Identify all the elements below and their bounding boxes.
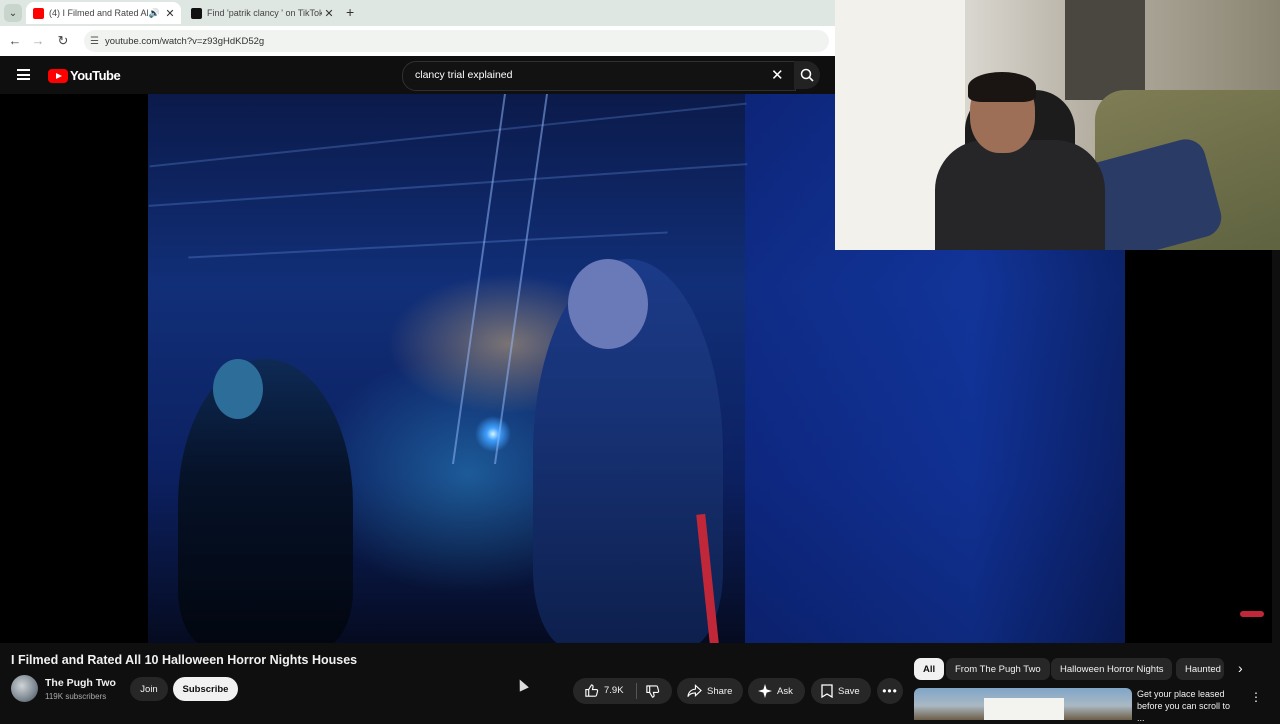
share-icon xyxy=(687,684,702,697)
hamburger-icon[interactable] xyxy=(17,69,30,80)
search-icon xyxy=(800,68,814,82)
subscriber-count: 119K subscribers xyxy=(45,692,107,701)
search-input[interactable]: clancy trial explained ✕ xyxy=(402,61,796,91)
youtube-play-icon xyxy=(48,68,68,83)
chevron-right-icon[interactable]: › xyxy=(1238,660,1243,676)
webcam-overlay xyxy=(835,0,1280,250)
speaker-icon[interactable]: 🔊 xyxy=(149,8,160,19)
like-dislike-group: 7.9K xyxy=(573,678,672,704)
tab-search-menu[interactable]: ⌄ xyxy=(4,4,22,22)
sparkle-icon xyxy=(758,684,772,698)
close-icon[interactable]: ✕ xyxy=(163,7,177,20)
mouse-cursor xyxy=(515,677,529,692)
tiktok-favicon-icon xyxy=(191,7,202,19)
join-button[interactable]: Join xyxy=(130,677,168,701)
subscribe-button[interactable]: Subscribe xyxy=(173,677,238,701)
share-button[interactable]: Share xyxy=(677,678,743,704)
bookmark-icon xyxy=(821,684,833,698)
tab-title: (4) I Filmed and Rated All 10 Halloween … xyxy=(49,8,149,18)
logo-text: YouTube xyxy=(70,68,121,83)
kebab-menu-icon[interactable]: ⋮ xyxy=(1250,690,1262,704)
more-actions-button[interactable]: ••• xyxy=(877,678,903,704)
tab-title: Find 'patrik clancy ' on TikTok | TikTok… xyxy=(207,8,322,18)
youtube-favicon-icon xyxy=(33,7,44,19)
chevron-down-icon: ⌄ xyxy=(8,7,18,19)
chip-all[interactable]: All xyxy=(914,658,945,680)
video-title: I Filmed and Rated All 10 Halloween Horr… xyxy=(11,653,358,667)
channel-name[interactable]: The Pugh Two xyxy=(45,677,116,689)
address-bar[interactable]: ☰ youtube.com/watch?v=z93gHdKD52g xyxy=(84,30,829,52)
tab-youtube[interactable]: (4) I Filmed and Rated All 10 Halloween … xyxy=(26,2,181,24)
close-icon[interactable]: ✕ xyxy=(771,66,784,84)
ask-label: Ask xyxy=(777,685,793,697)
save-label: Save xyxy=(838,685,860,697)
ask-button[interactable]: Ask xyxy=(748,678,805,704)
search-query: clancy trial explained xyxy=(415,69,513,81)
url-text: youtube.com/watch?v=z93gHdKD52g xyxy=(104,35,265,47)
browser-toolbar: ← → ↻ ☰ youtube.com/watch?v=z93gHdKD52g xyxy=(0,26,835,56)
youtube-logo[interactable]: YouTube xyxy=(48,68,121,83)
search-button[interactable] xyxy=(794,61,820,89)
arrow-left-icon[interactable]: ← xyxy=(7,33,23,48)
close-icon[interactable]: ✕ xyxy=(322,7,336,20)
person-figure xyxy=(533,259,723,643)
like-count[interactable]: 7.9K xyxy=(604,685,624,696)
share-label: Share xyxy=(707,685,733,697)
chip-haunted[interactable]: Haunted xyxy=(1176,658,1224,680)
recommendation-thumbnail[interactable] xyxy=(914,688,1132,720)
recommendation-title[interactable]: Get your place leased before you can scr… xyxy=(1137,688,1237,724)
channel-avatar[interactable] xyxy=(11,675,38,702)
person-figure xyxy=(178,359,353,643)
thumbs-up-icon[interactable] xyxy=(584,683,599,698)
site-info-icon[interactable]: ☰ xyxy=(90,36,99,47)
player-control-icon[interactable] xyxy=(1240,611,1264,617)
chip-halloween-horror-nights[interactable]: Halloween Horror Nights xyxy=(1051,658,1173,680)
reload-icon[interactable]: ↻ xyxy=(55,33,71,49)
youtube-header: YouTube clancy trial explained ✕ xyxy=(0,56,835,94)
thumbs-down-icon[interactable] xyxy=(645,684,660,699)
tab-tiktok[interactable]: Find 'patrik clancy ' on TikTok | TikTok… xyxy=(184,2,340,24)
browser-tab-bar: ⌄ (4) I Filmed and Rated All 10 Hallowee… xyxy=(0,0,835,26)
save-button[interactable]: Save xyxy=(811,678,871,704)
chip-from-channel[interactable]: From The Pugh Two xyxy=(946,658,1050,680)
arrow-right-icon[interactable]: → xyxy=(30,33,46,48)
plus-icon[interactable]: + xyxy=(346,4,354,20)
